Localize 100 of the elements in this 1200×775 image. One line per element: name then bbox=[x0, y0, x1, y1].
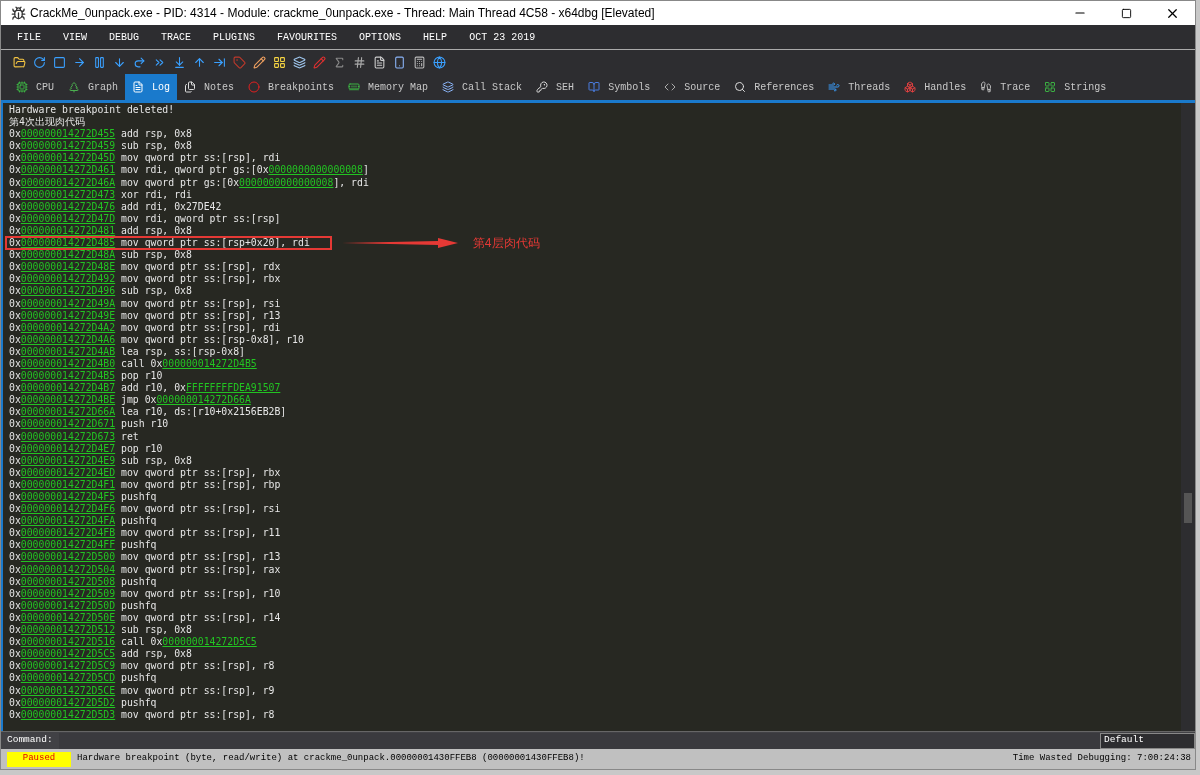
address-link[interactable]: 000000014272D455 bbox=[20, 128, 116, 141]
log-text: add rsp, 0x8 bbox=[120, 224, 192, 238]
folder-icon[interactable] bbox=[13, 55, 26, 69]
address-link[interactable]: 000000014272D5D3 bbox=[20, 708, 116, 721]
address-link[interactable]: 000000014272D50D bbox=[20, 599, 116, 612]
address-link[interactable]: 000000014272D4BE bbox=[20, 394, 116, 407]
menu-item[interactable]: PLUGINS bbox=[213, 29, 256, 45]
address-link[interactable]: 000000014272D4E7 bbox=[20, 442, 116, 455]
log-text: 0x bbox=[9, 430, 21, 443]
address-link[interactable]: 0000000000000008 bbox=[239, 176, 334, 189]
address-link[interactable]: 000000014272D671 bbox=[20, 418, 116, 431]
address-link[interactable]: 000000014272D4FA bbox=[20, 515, 116, 528]
address-link[interactable]: FFFFFFFFDEA91507 bbox=[185, 382, 281, 395]
address-link[interactable]: 000000014272D45D bbox=[20, 152, 116, 165]
address-link[interactable]: 000000014272D48A bbox=[20, 249, 116, 262]
device-icon[interactable] bbox=[393, 55, 406, 69]
address-link[interactable]: 000000014272D504 bbox=[20, 563, 116, 576]
log-text: 0x bbox=[9, 587, 21, 600]
menu-item[interactable]: HELP bbox=[423, 29, 448, 45]
menu-item[interactable]: OCT 23 2019 bbox=[469, 29, 536, 45]
arrow-right-line-icon[interactable] bbox=[213, 55, 226, 69]
address-link[interactable]: 000000014272D4B5 bbox=[162, 357, 257, 371]
address-link[interactable]: 000000014272D4F5 bbox=[20, 491, 116, 504]
address-link[interactable]: 000000014272D509 bbox=[20, 587, 116, 600]
address-link[interactable]: 000000014272D4E9 bbox=[20, 454, 116, 467]
address-link[interactable]: 000000014272D473 bbox=[20, 188, 116, 201]
log-text: mov qword ptr ss:[rsp], rdi bbox=[120, 152, 281, 165]
address-link[interactable]: 000000014272D512 bbox=[20, 624, 116, 637]
menu-item[interactable]: FILE bbox=[17, 29, 41, 45]
arrow-right-icon[interactable] bbox=[73, 55, 86, 69]
address-link[interactable]: 000000014272D500 bbox=[20, 551, 116, 564]
address-link[interactable]: 000000014272D508 bbox=[20, 575, 116, 588]
menu-item[interactable]: DEBUG bbox=[109, 29, 140, 45]
calculator-icon[interactable] bbox=[413, 55, 426, 69]
layers-icon[interactable] bbox=[293, 55, 306, 69]
address-link[interactable]: 000000014272D459 bbox=[20, 140, 116, 153]
log-text: mov qword ptr ss:[rsp], r8 bbox=[120, 708, 275, 721]
address-link[interactable]: 000000014272D481 bbox=[20, 224, 116, 238]
address-link[interactable]: 000000014272D5C5 bbox=[20, 648, 116, 661]
address-link[interactable]: 000000014272D4F1 bbox=[20, 478, 116, 491]
command-field[interactable] bbox=[58, 732, 1100, 749]
mode-dropdown[interactable]: Default bbox=[1100, 732, 1195, 749]
arrow-down-line-icon[interactable] bbox=[173, 55, 186, 69]
address-link[interactable]: 000000014272D485 bbox=[20, 237, 116, 250]
pencil-icon[interactable] bbox=[253, 55, 266, 69]
address-link[interactable]: 000000014272D49E bbox=[20, 309, 116, 322]
address-link[interactable]: 000000014272D4F6 bbox=[20, 503, 116, 516]
arrow-down-icon[interactable] bbox=[113, 55, 126, 69]
menu-item[interactable]: VIEW bbox=[63, 29, 88, 45]
marker-icon[interactable] bbox=[313, 55, 326, 69]
address-link[interactable]: 000000014272D47D bbox=[20, 212, 116, 225]
log-text: pushfq bbox=[120, 491, 157, 504]
address-link[interactable]: 000000014272D516 bbox=[20, 636, 116, 649]
address-link[interactable]: 000000014272D4A6 bbox=[20, 333, 116, 346]
log-text: mov qword ptr ss:[rsp], r13 bbox=[120, 551, 281, 564]
address-link[interactable]: 0000000000000008 bbox=[268, 164, 363, 177]
address-link[interactable]: 000000014272D66A bbox=[156, 394, 251, 407]
log-text: add r10, 0x bbox=[120, 382, 186, 395]
address-link[interactable]: 000000014272D50E bbox=[20, 611, 116, 625]
address-link[interactable]: 000000014272D476 bbox=[20, 200, 116, 213]
log-text: mov qword ptr ss:[rsp], rsi bbox=[120, 503, 281, 516]
address-link[interactable]: 000000014272D4A2 bbox=[20, 321, 116, 334]
globe-icon[interactable] bbox=[433, 55, 446, 69]
address-link[interactable]: 000000014272D492 bbox=[20, 273, 116, 286]
address-link[interactable]: 000000014272D496 bbox=[20, 285, 116, 298]
log-text: add rdi, 0x27DE42 bbox=[120, 200, 222, 213]
pause-icon[interactable] bbox=[93, 55, 106, 69]
address-link[interactable]: 000000014272D4ED bbox=[20, 466, 116, 479]
log-text: mov qword ptr ss:[rsp], r11 bbox=[120, 527, 281, 540]
curved-arrow-icon[interactable] bbox=[133, 55, 146, 69]
menu-item[interactable]: OPTIONS bbox=[359, 29, 402, 45]
address-link[interactable]: 000000014272D4FB bbox=[20, 527, 116, 540]
log-text: sub rsp, 0x8 bbox=[120, 454, 192, 467]
address-link[interactable]: 000000014272D46A bbox=[20, 176, 116, 189]
address-link[interactable]: 000000014272D4B5 bbox=[20, 370, 116, 383]
address-link[interactable]: 000000014272D5CE bbox=[20, 684, 116, 697]
stop-icon[interactable] bbox=[53, 55, 66, 69]
hash-icon[interactable] bbox=[353, 55, 366, 69]
address-link[interactable]: 000000014272D4FF bbox=[20, 539, 116, 552]
address-link[interactable]: 000000014272D66A bbox=[20, 406, 116, 419]
tab[interactable]: Log bbox=[125, 74, 178, 100]
restart-icon[interactable] bbox=[33, 55, 46, 69]
log-text: pushfq bbox=[120, 599, 157, 612]
address-link[interactable]: 000000014272D5C5 bbox=[162, 636, 257, 649]
address-link[interactable]: 000000014272D673 bbox=[20, 430, 116, 443]
address-link[interactable]: 000000014272D5CD bbox=[20, 672, 116, 685]
address-link[interactable]: 000000014272D5D2 bbox=[20, 696, 116, 709]
arrow-up-icon[interactable] bbox=[193, 55, 206, 69]
address-link[interactable]: 000000014272D461 bbox=[20, 164, 116, 177]
address-link[interactable]: 000000014272D4B7 bbox=[20, 382, 116, 395]
address-link[interactable]: 000000014272D4B0 bbox=[20, 357, 116, 371]
menu-item[interactable]: FAVOURITES bbox=[277, 29, 338, 45]
menu-item[interactable]: TRACE bbox=[161, 29, 192, 45]
address-link[interactable]: 000000014272D48E bbox=[20, 261, 116, 274]
address-link[interactable]: 000000014272D4AB bbox=[20, 345, 116, 358]
log-text: 0x bbox=[9, 454, 21, 467]
log-text: mov qword ptr ss:[rsp+0x20], rdi bbox=[120, 237, 310, 250]
address-link[interactable]: 000000014272D5C9 bbox=[20, 660, 116, 673]
function-icon[interactable] bbox=[333, 55, 346, 69]
address-link[interactable]: 000000014272D49A bbox=[20, 297, 116, 310]
